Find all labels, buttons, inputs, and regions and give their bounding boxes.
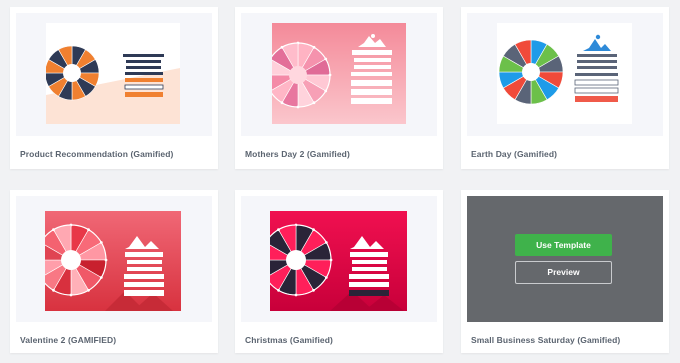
hover-overlay — [467, 196, 663, 322]
template-card[interactable]: Earth Day (Gamified) — [461, 7, 669, 169]
template-thumbnail — [497, 23, 632, 124]
template-card[interactable]: Christmas (Gamified) — [235, 190, 443, 353]
template-thumbnail — [45, 211, 181, 311]
template-card[interactable]: Mothers Day 2 (Gamified) — [235, 7, 443, 169]
template-card[interactable]: Use Template Preview Small Business Satu… — [461, 190, 669, 353]
use-template-button[interactable]: Use Template — [515, 234, 612, 256]
template-thumbnail — [270, 211, 407, 311]
template-title: Product Recommendation (Gamified) — [20, 149, 174, 159]
template-title: Mothers Day 2 (Gamified) — [245, 149, 350, 159]
template-preview[interactable]: Use Template Preview — [467, 196, 663, 322]
template-preview[interactable] — [16, 13, 212, 136]
template-preview[interactable] — [16, 196, 212, 322]
template-preview[interactable] — [241, 196, 437, 322]
template-thumbnail — [46, 23, 180, 124]
template-title: Small Business Saturday (Gamified) — [471, 335, 621, 345]
preview-button[interactable]: Preview — [515, 261, 612, 284]
template-preview[interactable] — [467, 13, 663, 136]
template-preview[interactable] — [241, 13, 437, 136]
template-title: Earth Day (Gamified) — [471, 149, 558, 159]
template-title: Christmas (Gamified) — [245, 335, 333, 345]
template-title: Valentine 2 (GAMIFIED) — [20, 335, 117, 345]
template-thumbnail — [272, 23, 406, 124]
template-card[interactable]: Valentine 2 (GAMIFIED) — [10, 190, 218, 353]
template-card[interactable]: Product Recommendation (Gamified) — [10, 7, 218, 169]
